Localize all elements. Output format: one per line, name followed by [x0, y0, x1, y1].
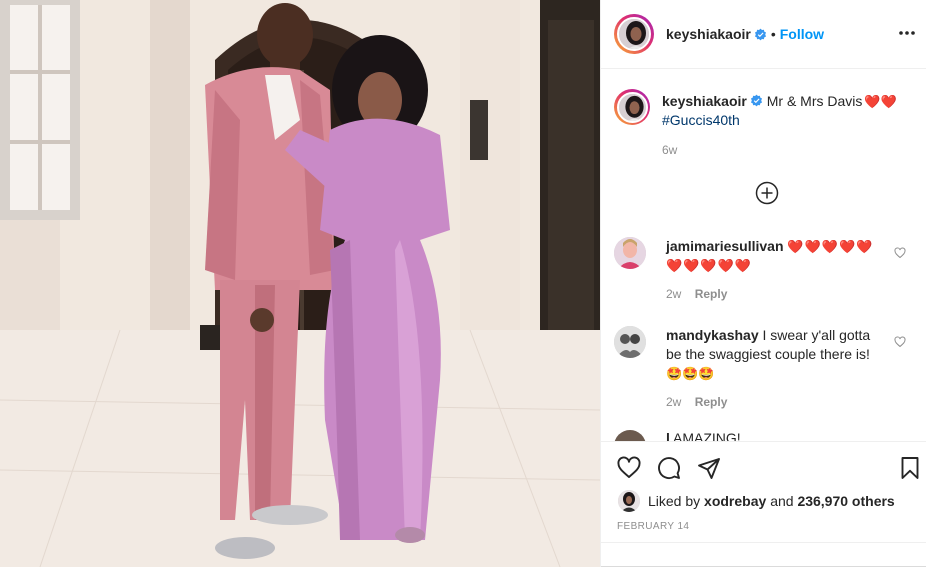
comment-time[interactable]: 2w	[666, 395, 681, 409]
reply-button[interactable]: Reply	[695, 287, 728, 301]
caption-text: Mr & Mrs Davis	[766, 93, 863, 109]
caption-username[interactable]: keyshiakaoir	[662, 93, 747, 109]
comment-like-heart-icon[interactable]	[894, 336, 906, 348]
caption-avatar[interactable]	[614, 89, 650, 125]
author-username[interactable]: keyshiakaoir	[666, 26, 751, 42]
post-caption: keyshiakaoir Mr & Mrs Davis ❤️❤️ #Guccis4…	[614, 89, 902, 159]
follow-button[interactable]: Follow	[780, 26, 824, 42]
comment-username[interactable]: mandykashay	[666, 327, 759, 343]
comment-time[interactable]: 2w	[666, 287, 681, 301]
commenter-avatar[interactable]	[614, 326, 646, 358]
separator-dot: •	[770, 26, 776, 42]
paper-plane-icon[interactable]	[697, 456, 721, 480]
caption-time[interactable]: 6w	[662, 141, 902, 159]
likes-count[interactable]: 236,970 others	[797, 493, 894, 509]
likes-summary: Liked by xodrebay and 236,970 others	[618, 490, 895, 512]
post-side-panel: keyshiakaoir • Follow keyshiakaoir Mr & …	[600, 0, 926, 567]
comment-meta: 2w Reply	[666, 393, 888, 412]
liker-avatar[interactable]	[618, 490, 640, 512]
comment-item: jamimariesullivan ❤️❤️❤️❤️❤️❤️❤️❤️❤️❤️ 2…	[614, 237, 888, 304]
more-dots-icon[interactable]	[897, 23, 917, 43]
commenter-avatar[interactable]	[614, 237, 646, 269]
post-photo[interactable]	[0, 0, 600, 567]
reply-button[interactable]: Reply	[695, 395, 728, 409]
heart-outline-icon[interactable]	[617, 456, 641, 480]
likes-prefix: Liked by	[648, 493, 701, 509]
comment-meta: 2w Reply	[666, 285, 888, 304]
likes-conjunction: and	[770, 493, 794, 509]
comment-username[interactable]: jamimariesullivan	[666, 238, 784, 254]
caption-hearts-icon: ❤️❤️	[864, 94, 897, 109]
post-photo-illustration	[0, 0, 600, 567]
instagram-post: keyshiakaoir • Follow keyshiakaoir Mr & …	[0, 0, 926, 567]
add-comment-area[interactable]	[601, 542, 926, 568]
comment-item: mandykashay I swear y'all gotta be the s…	[614, 326, 888, 412]
caption-text-block: keyshiakaoir Mr & Mrs Davis ❤️❤️ #Guccis4…	[662, 92, 902, 159]
post-actions: Liked by xodrebay and 236,970 others FEB…	[601, 441, 926, 567]
verified-badge-icon	[754, 28, 766, 40]
comment-like-heart-icon[interactable]	[894, 247, 906, 259]
liker-username[interactable]: xodrebay	[704, 493, 766, 509]
comment-emoji: 🤩🤩🤩	[666, 366, 715, 381]
comment-bubble-icon[interactable]	[657, 456, 681, 480]
author-avatar[interactable]	[614, 14, 654, 54]
post-header: keyshiakaoir • Follow	[601, 0, 926, 69]
bookmark-icon[interactable]	[898, 456, 922, 480]
verified-badge-icon	[750, 94, 762, 107]
caption-hashtag[interactable]: #Guccis40th	[662, 112, 740, 128]
post-date[interactable]: FEBRUARY 14	[617, 521, 689, 532]
plus-circle-icon[interactable]	[755, 181, 779, 205]
